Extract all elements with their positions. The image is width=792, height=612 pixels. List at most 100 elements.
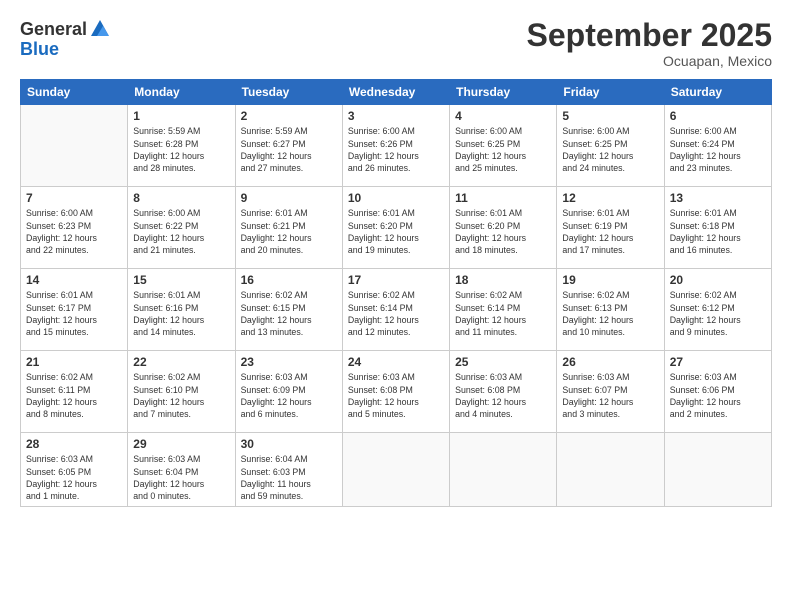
- day-number: 1: [133, 109, 229, 123]
- calendar-cell: 11 Sunrise: 6:01 AMSunset: 6:20 PMDayligh…: [450, 187, 557, 269]
- weekday-header: Monday: [128, 80, 235, 105]
- day-number: 12: [562, 191, 658, 205]
- calendar-cell: 28 Sunrise: 6:03 AMSunset: 6:05 PMDayligh…: [21, 433, 128, 507]
- day-info: Sunrise: 6:03 AMSunset: 6:08 PMDaylight:…: [455, 371, 551, 420]
- calendar-cell: 6 Sunrise: 6:00 AMSunset: 6:24 PMDaylight…: [664, 105, 771, 187]
- day-number: 26: [562, 355, 658, 369]
- day-number: 24: [348, 355, 444, 369]
- calendar-cell: 5 Sunrise: 6:00 AMSunset: 6:25 PMDaylight…: [557, 105, 664, 187]
- calendar-cell: 12 Sunrise: 6:01 AMSunset: 6:19 PMDayligh…: [557, 187, 664, 269]
- logo-blue: Blue: [20, 40, 111, 58]
- day-number: 20: [670, 273, 766, 287]
- day-info: Sunrise: 6:00 AMSunset: 6:26 PMDaylight:…: [348, 125, 444, 174]
- day-info: Sunrise: 6:01 AMSunset: 6:19 PMDaylight:…: [562, 207, 658, 256]
- day-info: Sunrise: 6:02 AMSunset: 6:12 PMDaylight:…: [670, 289, 766, 338]
- weekday-header: Friday: [557, 80, 664, 105]
- weekday-header: Wednesday: [342, 80, 449, 105]
- calendar-cell: 23Sunrise: 6:03 AMSunset: 6:09 PMDayligh…: [235, 351, 342, 433]
- calendar-cell: 15 Sunrise: 6:01 AMSunset: 6:16 PMDayligh…: [128, 269, 235, 351]
- calendar-cell: 2 Sunrise: 5:59 AMSunset: 6:27 PMDaylight…: [235, 105, 342, 187]
- calendar-cell: 13 Sunrise: 6:01 AMSunset: 6:18 PMDayligh…: [664, 187, 771, 269]
- day-info: Sunrise: 6:04 AMSunset: 6:03 PMDaylight:…: [241, 453, 337, 502]
- calendar-cell: [664, 433, 771, 507]
- day-info: Sunrise: 6:03 AMSunset: 6:07 PMDaylight:…: [562, 371, 658, 420]
- calendar-cell: [557, 433, 664, 507]
- day-info: Sunrise: 6:02 AMSunset: 6:15 PMDaylight:…: [241, 289, 337, 338]
- calendar-week-row: 21 Sunrise: 6:02 AMSunset: 6:11 PMDayligh…: [21, 351, 772, 433]
- calendar-cell: 22 Sunrise: 6:02 AMSunset: 6:10 PMDayligh…: [128, 351, 235, 433]
- day-number: 21: [26, 355, 122, 369]
- day-number: 15: [133, 273, 229, 287]
- weekday-header: Sunday: [21, 80, 128, 105]
- calendar-cell: 16 Sunrise: 6:02 AMSunset: 6:15 PMDayligh…: [235, 269, 342, 351]
- day-info: Sunrise: 6:00 AMSunset: 6:24 PMDaylight:…: [670, 125, 766, 174]
- day-number: 13: [670, 191, 766, 205]
- day-number: 17: [348, 273, 444, 287]
- calendar-cell: [21, 105, 128, 187]
- calendar-week-row: 7 Sunrise: 6:00 AMSunset: 6:23 PMDaylight…: [21, 187, 772, 269]
- location: Ocuapan, Mexico: [527, 53, 772, 69]
- calendar-cell: 17 Sunrise: 6:02 AMSunset: 6:14 PMDayligh…: [342, 269, 449, 351]
- day-number: 4: [455, 109, 551, 123]
- logo-icon: [89, 18, 111, 40]
- day-info: Sunrise: 5:59 AMSunset: 6:28 PMDaylight:…: [133, 125, 229, 174]
- calendar-cell: 8 Sunrise: 6:00 AMSunset: 6:22 PMDaylight…: [128, 187, 235, 269]
- calendar-cell: 27Sunrise: 6:03 AMSunset: 6:06 PMDayligh…: [664, 351, 771, 433]
- calendar-week-row: 14Sunrise: 6:01 AMSunset: 6:17 PMDayligh…: [21, 269, 772, 351]
- day-number: 7: [26, 191, 122, 205]
- day-number: 5: [562, 109, 658, 123]
- day-info: Sunrise: 6:00 AMSunset: 6:23 PMDaylight:…: [26, 207, 122, 256]
- day-number: 14: [26, 273, 122, 287]
- day-number: 16: [241, 273, 337, 287]
- month-title: September 2025: [527, 18, 772, 53]
- day-info: Sunrise: 6:03 AMSunset: 6:04 PMDaylight:…: [133, 453, 229, 502]
- calendar-week-row: 1 Sunrise: 5:59 AMSunset: 6:28 PMDaylight…: [21, 105, 772, 187]
- calendar-cell: 3 Sunrise: 6:00 AMSunset: 6:26 PMDaylight…: [342, 105, 449, 187]
- day-info: Sunrise: 6:00 AMSunset: 6:25 PMDaylight:…: [562, 125, 658, 174]
- day-number: 3: [348, 109, 444, 123]
- day-number: 11: [455, 191, 551, 205]
- day-info: Sunrise: 6:00 AMSunset: 6:22 PMDaylight:…: [133, 207, 229, 256]
- day-info: Sunrise: 6:01 AMSunset: 6:21 PMDaylight:…: [241, 207, 337, 256]
- day-info: Sunrise: 6:03 AMSunset: 6:05 PMDaylight:…: [26, 453, 122, 502]
- day-number: 22: [133, 355, 229, 369]
- day-info: Sunrise: 6:00 AMSunset: 6:25 PMDaylight:…: [455, 125, 551, 174]
- day-number: 25: [455, 355, 551, 369]
- day-info: Sunrise: 6:01 AMSunset: 6:20 PMDaylight:…: [455, 207, 551, 256]
- day-number: 9: [241, 191, 337, 205]
- calendar-cell: 7 Sunrise: 6:00 AMSunset: 6:23 PMDaylight…: [21, 187, 128, 269]
- day-info: Sunrise: 6:01 AMSunset: 6:16 PMDaylight:…: [133, 289, 229, 338]
- header: General Blue September 2025 Ocuapan, Mex…: [20, 18, 772, 69]
- calendar-cell: 18Sunrise: 6:02 AMSunset: 6:14 PMDayligh…: [450, 269, 557, 351]
- calendar-cell: 29 Sunrise: 6:03 AMSunset: 6:04 PMDayligh…: [128, 433, 235, 507]
- weekday-header: Saturday: [664, 80, 771, 105]
- calendar: SundayMondayTuesdayWednesdayThursdayFrid…: [20, 79, 772, 507]
- day-info: Sunrise: 6:03 AMSunset: 6:08 PMDaylight:…: [348, 371, 444, 420]
- day-info: Sunrise: 5:59 AMSunset: 6:27 PMDaylight:…: [241, 125, 337, 174]
- day-info: Sunrise: 6:01 AMSunset: 6:18 PMDaylight:…: [670, 207, 766, 256]
- day-info: Sunrise: 6:02 AMSunset: 6:14 PMDaylight:…: [348, 289, 444, 338]
- day-number: 2: [241, 109, 337, 123]
- day-number: 30: [241, 437, 337, 451]
- calendar-cell: 4 Sunrise: 6:00 AMSunset: 6:25 PMDaylight…: [450, 105, 557, 187]
- calendar-cell: 10 Sunrise: 6:01 AMSunset: 6:20 PMDayligh…: [342, 187, 449, 269]
- day-number: 29: [133, 437, 229, 451]
- day-info: Sunrise: 6:02 AMSunset: 6:10 PMDaylight:…: [133, 371, 229, 420]
- weekday-header-row: SundayMondayTuesdayWednesdayThursdayFrid…: [21, 80, 772, 105]
- day-number: 28: [26, 437, 122, 451]
- day-number: 8: [133, 191, 229, 205]
- calendar-cell: 1 Sunrise: 5:59 AMSunset: 6:28 PMDaylight…: [128, 105, 235, 187]
- calendar-cell: 9 Sunrise: 6:01 AMSunset: 6:21 PMDaylight…: [235, 187, 342, 269]
- calendar-cell: 19Sunrise: 6:02 AMSunset: 6:13 PMDayligh…: [557, 269, 664, 351]
- day-info: Sunrise: 6:02 AMSunset: 6:11 PMDaylight:…: [26, 371, 122, 420]
- calendar-cell: [450, 433, 557, 507]
- day-number: 27: [670, 355, 766, 369]
- page: General Blue September 2025 Ocuapan, Mex…: [0, 0, 792, 612]
- calendar-cell: 14Sunrise: 6:01 AMSunset: 6:17 PMDayligh…: [21, 269, 128, 351]
- day-number: 23: [241, 355, 337, 369]
- day-number: 6: [670, 109, 766, 123]
- day-info: Sunrise: 6:01 AMSunset: 6:20 PMDaylight:…: [348, 207, 444, 256]
- logo-general: General: [20, 20, 87, 38]
- calendar-cell: [342, 433, 449, 507]
- day-number: 10: [348, 191, 444, 205]
